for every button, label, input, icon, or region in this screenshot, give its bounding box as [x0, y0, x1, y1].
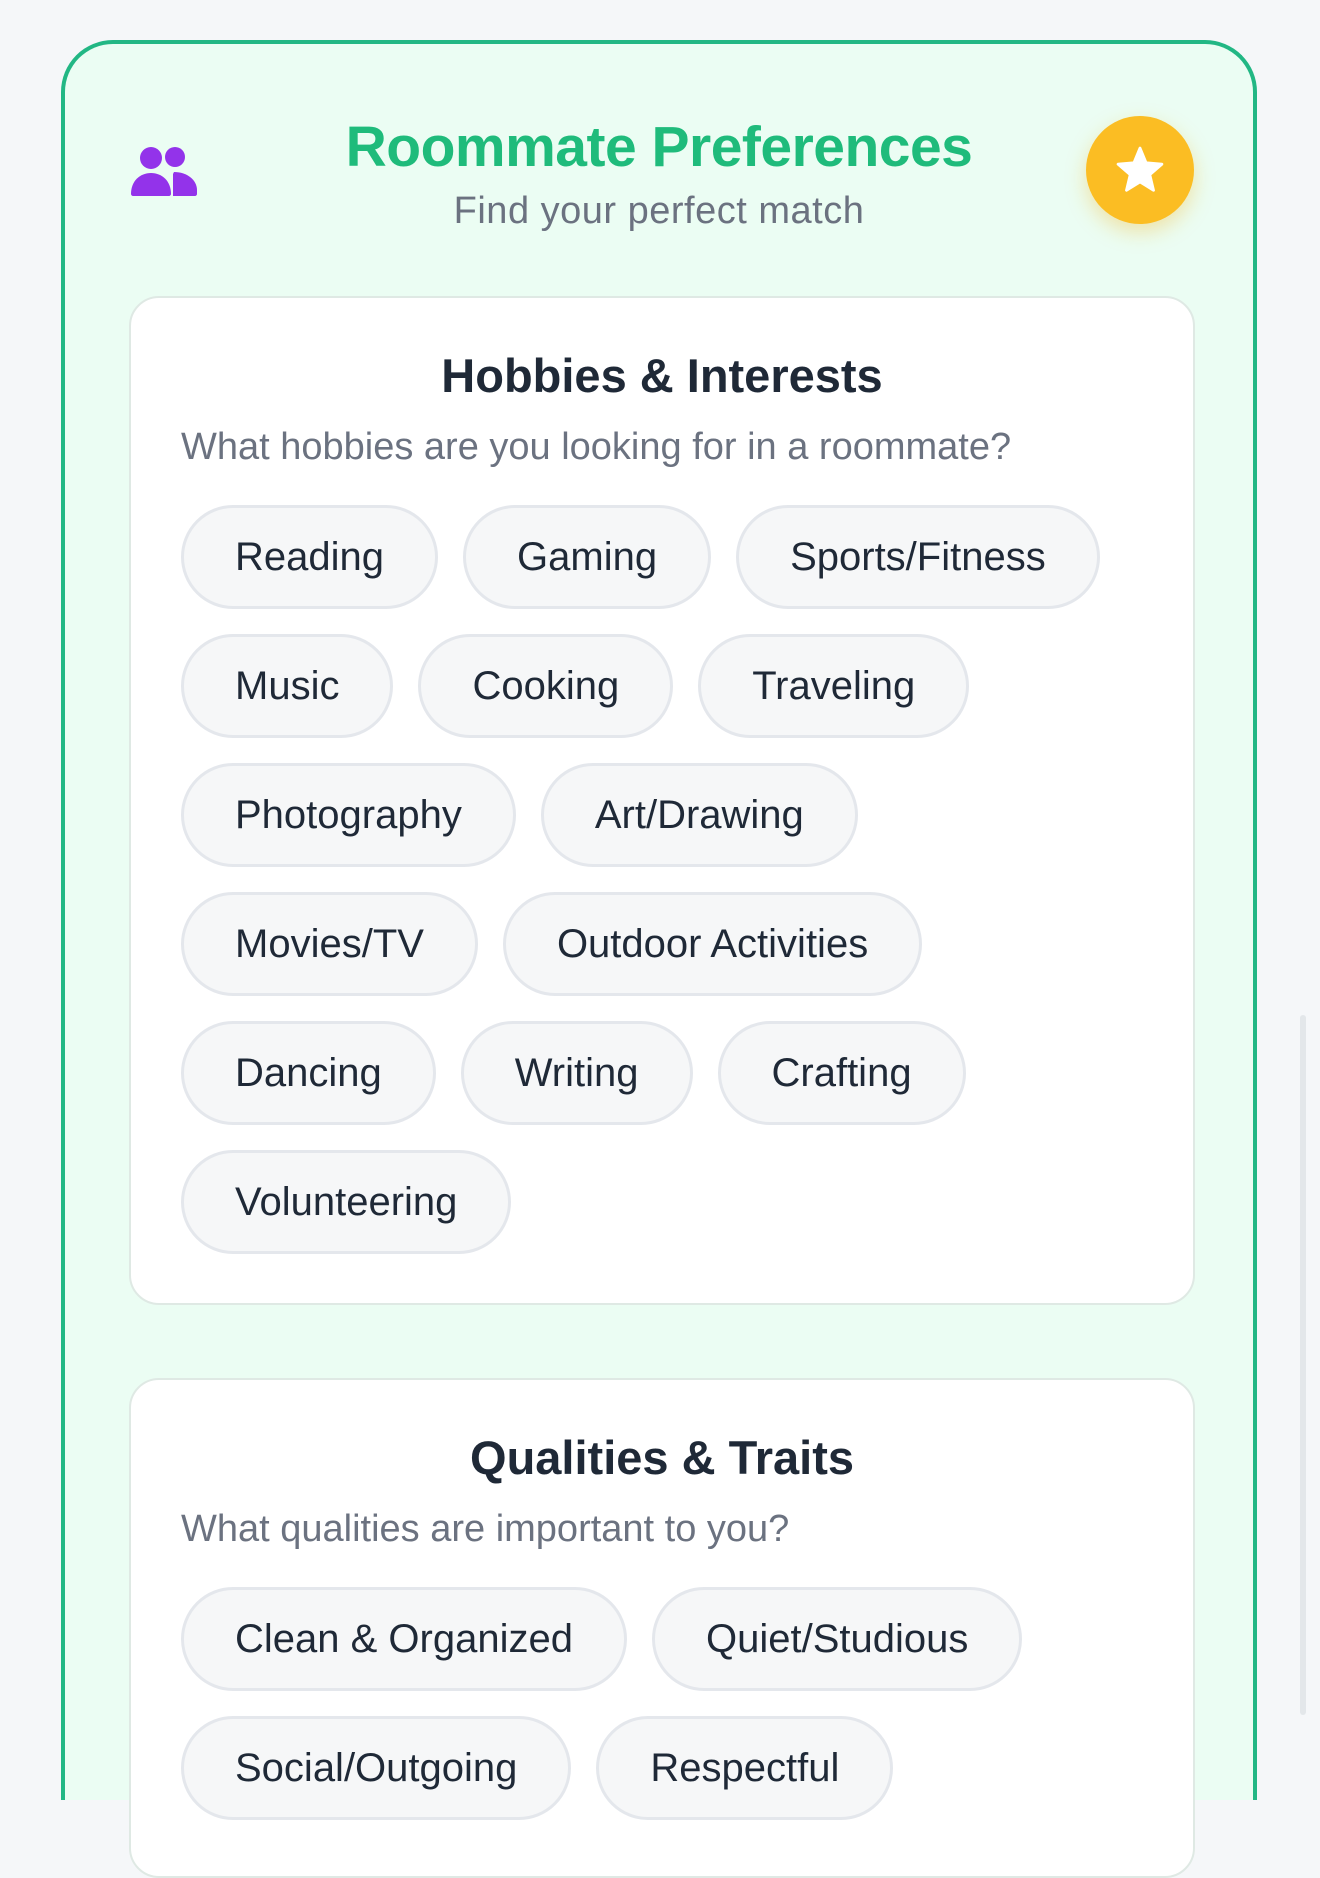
- favorite-button[interactable]: [1086, 116, 1194, 224]
- hobby-chip-cooking[interactable]: Cooking: [418, 634, 674, 738]
- hobbies-description: What hobbies are you looking for in a ro…: [181, 426, 1012, 468]
- quality-options: Clean & Organized Quiet/Studious Social/…: [181, 1587, 1141, 1820]
- quality-chip-clean-organized[interactable]: Clean & Organized: [181, 1587, 627, 1691]
- hobby-chip-sports-fitness[interactable]: Sports/Fitness: [736, 505, 1100, 609]
- quality-chip-respectful[interactable]: Respectful: [596, 1716, 894, 1820]
- hobby-chip-movies-tv[interactable]: Movies/TV: [181, 892, 478, 996]
- scrollbar[interactable]: [1300, 1015, 1306, 1715]
- page-subtitle: Find your perfect match: [453, 190, 865, 232]
- hobbies-card: Hobbies & Interests What hobbies are you…: [129, 296, 1195, 1305]
- hobbies-title: Hobbies & Interests: [441, 349, 883, 402]
- qualities-card: Qualities & Traits What qualities are im…: [129, 1378, 1195, 1878]
- hobby-chip-photography[interactable]: Photography: [181, 763, 516, 867]
- hobby-chip-crafting[interactable]: Crafting: [717, 1021, 966, 1125]
- header: Roommate Preferences Find your perfect m…: [65, 44, 1253, 284]
- page-title: Roommate Preferences: [345, 115, 973, 179]
- quality-chip-social-outgoing[interactable]: Social/Outgoing: [181, 1716, 572, 1820]
- qualities-description: What qualities are important to you?: [181, 1508, 790, 1550]
- hobby-chip-gaming[interactable]: Gaming: [463, 505, 712, 609]
- hobby-options: Reading Gaming Sports/Fitness Music Cook…: [181, 505, 1141, 1254]
- hobby-chip-art-drawing[interactable]: Art/Drawing: [540, 763, 858, 867]
- hobby-chip-dancing[interactable]: Dancing: [181, 1021, 436, 1125]
- quality-chip-quiet-studious[interactable]: Quiet/Studious: [651, 1587, 1023, 1691]
- preferences-panel: Roommate Preferences Find your perfect m…: [61, 40, 1257, 1878]
- hobby-chip-music[interactable]: Music: [181, 634, 394, 738]
- star-icon: [1116, 146, 1164, 192]
- hobby-chip-outdoor-activities[interactable]: Outdoor Activities: [502, 892, 923, 996]
- hobby-chip-writing[interactable]: Writing: [460, 1021, 693, 1125]
- hobby-chip-reading[interactable]: Reading: [181, 505, 439, 609]
- hobby-chip-volunteering[interactable]: Volunteering: [181, 1150, 512, 1254]
- hobby-chip-traveling[interactable]: Traveling: [698, 634, 970, 738]
- qualities-title: Qualities & Traits: [470, 1431, 854, 1484]
